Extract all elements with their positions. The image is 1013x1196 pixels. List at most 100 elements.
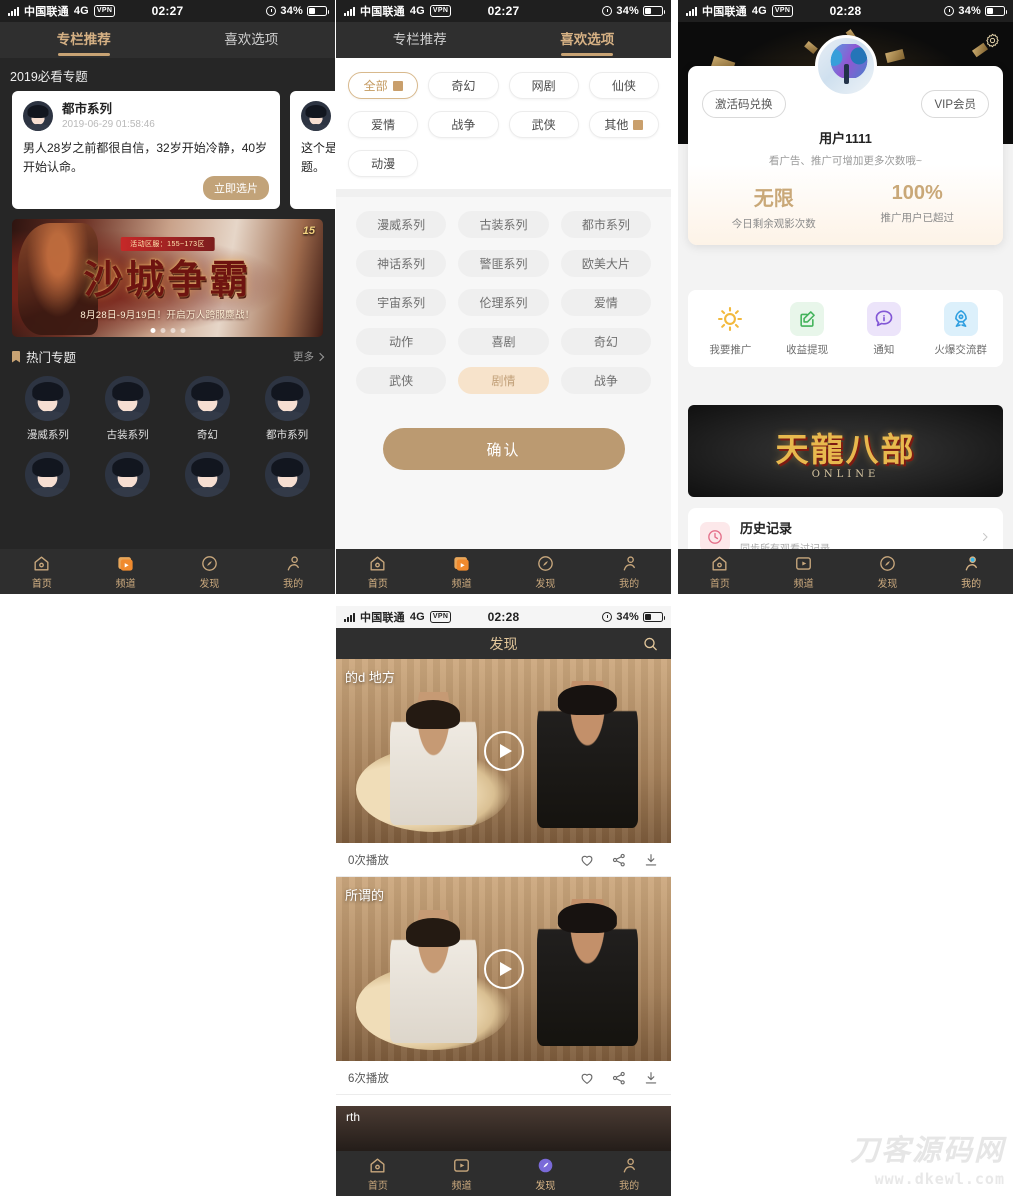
download-icon[interactable] — [643, 1070, 659, 1086]
nav-mine[interactable]: 我的 — [929, 553, 1013, 590]
compass-icon — [846, 553, 930, 573]
pill-fantasy[interactable]: 奇幻 — [428, 72, 499, 99]
tag-myth[interactable]: 神话系列 — [356, 250, 447, 277]
nav-mine[interactable]: 我的 — [251, 553, 335, 590]
site-watermark: 刀客源码网 www.dkewl.com — [850, 1137, 1005, 1189]
video-card[interactable]: 的d 地方 0次播放 — [336, 659, 671, 877]
game-promo-banner[interactable]: 天龍八部 ONLINE — [688, 405, 1003, 497]
vip-member-button[interactable]: VIP会员 — [921, 90, 989, 118]
list-item[interactable]: 都市系列 — [247, 376, 327, 442]
carrier-label: 中国联通 — [702, 6, 747, 18]
more-link[interactable]: 更多 — [293, 349, 325, 364]
tag-comedy[interactable]: 喜剧 — [458, 328, 549, 355]
gear-icon[interactable] — [984, 32, 1001, 49]
nav-mine[interactable]: 我的 — [587, 1155, 671, 1192]
nav-channel[interactable]: 频道 — [420, 1155, 504, 1192]
banner-logo: 15 — [302, 225, 315, 237]
quick-group[interactable]: 火爆交流群 — [922, 302, 999, 357]
quick-withdraw[interactable]: 收益提现 — [769, 302, 846, 357]
nav-home[interactable]: 首页 — [0, 553, 84, 590]
nav-home[interactable]: 首页 — [336, 1155, 420, 1192]
tag-war[interactable]: 战争 — [560, 367, 651, 394]
tag-fantasy[interactable]: 奇幻 — [560, 328, 651, 355]
pill-xianxia[interactable]: 仙侠 — [588, 72, 659, 99]
nav-discover[interactable]: 发现 — [504, 553, 588, 590]
promo-banner[interactable]: 15 活动区服：155~173区 沙城争霸 8月28日-9月19日！开启万人跨服… — [12, 219, 323, 337]
select-film-button[interactable]: 立即选片 — [203, 176, 269, 200]
download-icon[interactable] — [643, 852, 659, 868]
play-icon[interactable] — [483, 949, 524, 989]
battery-icon — [643, 612, 665, 622]
tag-wuxia[interactable]: 武侠 — [356, 367, 447, 394]
signal-icon — [8, 6, 19, 16]
tag-western[interactable]: 欧美大片 — [560, 250, 651, 277]
heart-icon[interactable] — [579, 1070, 595, 1086]
nav-channel[interactable]: 频道 — [420, 553, 504, 590]
video-thumbnail[interactable]: 的d 地方 — [336, 659, 671, 843]
banner-dots[interactable] — [150, 328, 185, 333]
avatar[interactable] — [814, 35, 877, 97]
list-item[interactable]: 古装系列 — [88, 376, 168, 442]
tag-urban[interactable]: 都市系列 — [560, 211, 651, 238]
nav-channel[interactable]: 频道 — [762, 553, 846, 590]
list-item[interactable] — [247, 452, 327, 497]
video-thumbnail[interactable]: 所谓的 — [336, 877, 671, 1061]
share-icon[interactable] — [611, 852, 627, 868]
avatar — [301, 101, 331, 131]
list-item[interactable] — [88, 452, 168, 497]
pill-wuxia[interactable]: 武侠 — [508, 111, 579, 138]
avatar — [105, 452, 151, 497]
list-item[interactable]: 奇幻 — [168, 376, 248, 442]
quick-promote[interactable]: 我要推广 — [692, 302, 769, 357]
card-description: 男人28岁之前都很自信，32岁开始冷静，40岁开始认命。 — [23, 141, 268, 174]
tag-romance[interactable]: 爱情 — [560, 289, 651, 316]
nav-discover[interactable]: 发现 — [504, 1155, 588, 1192]
search-icon[interactable] — [642, 635, 659, 652]
list-item[interactable] — [168, 452, 248, 497]
compass-icon — [504, 553, 588, 573]
list-item[interactable]: 漫威系列 — [8, 376, 88, 442]
tab-favorite-options[interactable]: 喜欢选项 — [504, 22, 672, 58]
confirm-button[interactable]: 确认 — [382, 428, 625, 470]
pill-war[interactable]: 战争 — [428, 111, 499, 138]
tag-police[interactable]: 警匪系列 — [458, 250, 549, 277]
pill-other[interactable]: 其他 — [588, 111, 659, 138]
pill-romance[interactable]: 爱情 — [348, 111, 419, 138]
tab-favorite-options[interactable]: 喜欢选项 — [168, 22, 336, 58]
tag-costume[interactable]: 古装系列 — [458, 211, 549, 238]
channel-icon — [762, 553, 846, 573]
nav-home[interactable]: 首页 — [336, 553, 420, 590]
nav-discover[interactable]: 发现 — [846, 553, 930, 590]
tab-column-recommend[interactable]: 专栏推荐 — [336, 22, 504, 58]
nav-label: 首页 — [31, 579, 52, 590]
video-card-partial[interactable]: rth — [336, 1106, 671, 1151]
stat-promotion-rank: 100% 推广用户已超过 — [846, 182, 990, 231]
person-icon — [587, 1155, 671, 1175]
redeem-code-button[interactable]: 激活码兑换 — [702, 90, 786, 118]
nav-discover[interactable]: 发现 — [168, 553, 252, 590]
section-title-2019: 2019必看专题 — [10, 70, 88, 84]
tab-column-recommend[interactable]: 专栏推荐 — [0, 22, 168, 58]
share-icon[interactable] — [611, 1070, 627, 1086]
special-card-next[interactable]: 这个是专题。 — [290, 91, 335, 209]
page-title: 发现 — [489, 635, 518, 652]
pill-anime[interactable]: 动漫 — [348, 150, 419, 177]
tag-drama[interactable]: 剧情 — [458, 367, 549, 394]
play-icon[interactable] — [483, 731, 524, 771]
quick-notify[interactable]: 通知 — [846, 302, 923, 357]
tag-universe[interactable]: 宇宙系列 — [356, 289, 447, 316]
nav-home[interactable]: 首页 — [678, 553, 762, 590]
pill-all[interactable]: 全部 — [348, 72, 419, 99]
tag-action[interactable]: 动作 — [356, 328, 447, 355]
video-card[interactable]: 所谓的 6次播放 — [336, 877, 671, 1095]
tag-marvel[interactable]: 漫威系列 — [356, 211, 447, 238]
special-card[interactable]: 都市系列 2019-06-29 01:58:46 男人28岁之前都很自信，32岁… — [12, 91, 280, 209]
heart-icon[interactable] — [579, 852, 595, 868]
list-item[interactable] — [8, 452, 88, 497]
pill-webdrama[interactable]: 网剧 — [508, 72, 579, 99]
nav-mine[interactable]: 我的 — [587, 553, 671, 590]
tag-ethics[interactable]: 伦理系列 — [458, 289, 549, 316]
nav-channel[interactable]: 频道 — [84, 553, 168, 590]
special-card-carousel[interactable]: 都市系列 2019-06-29 01:58:46 男人28岁之前都很自信，32岁… — [0, 91, 335, 209]
category-pill-grid: 全部 奇幻 网剧 仙侠 爱情 战争 武侠 其他 动漫 — [336, 58, 671, 189]
